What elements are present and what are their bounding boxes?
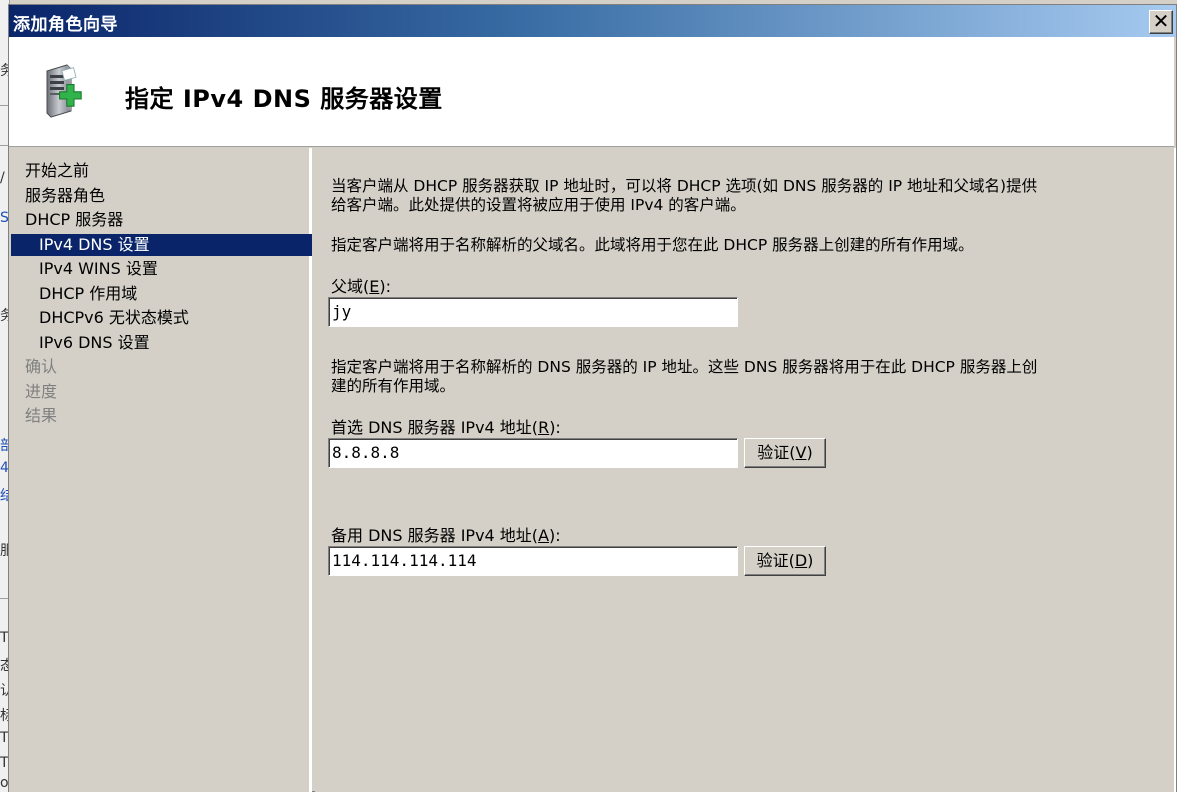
window-title: 添加角色向导 [13, 15, 118, 35]
nav-item-server-roles[interactable]: 服务器角色 [25, 185, 105, 207]
nav-item-before-you-begin[interactable]: 开始之前 [25, 160, 89, 182]
dns-description-line2: 建的所有作用域。 [331, 377, 456, 395]
nav-item-dhcp-server[interactable]: DHCP 服务器 [25, 209, 123, 231]
nav-item-progress: 进度 [25, 382, 58, 401]
nav-item-ipv6-dns[interactable]: IPv6 DNS 设置 [39, 332, 150, 354]
preferred-dns-label: 首选 DNS 服务器 IPv4 地址(R): [331, 418, 561, 437]
validate-alternate-button[interactable]: 验证(D) [744, 546, 826, 576]
parent-domain-label: 父域(E): [331, 277, 391, 296]
wizard-nav: 开始之前 服务器角色 DHCP 服务器 IPv4 DNS 设置 IPv4 WIN… [9, 148, 312, 792]
close-button[interactable]: ✕ [1149, 10, 1173, 34]
close-icon: ✕ [1152, 9, 1170, 33]
wizard-content: 当客户端从 DHCP 服务器获取 IP 地址时，可以将 DHCP 选项(如 DN… [315, 148, 1174, 792]
validate-preferred-button[interactable]: 验证(V) [744, 438, 826, 468]
intro-text-line1: 当客户端从 DHCP 服务器获取 IP 地址时，可以将 DHCP 选项(如 DN… [331, 177, 1038, 195]
page-title: 指定 IPv4 DNS 服务器设置 [125, 85, 443, 113]
dns-description-line1: 指定客户端将用于名称解析的 DNS 服务器的 IP 地址。这些 DNS 服务器将… [331, 358, 1038, 376]
parent-domain-description: 指定客户端将用于名称解析的父域名。此域将用于您在此 DHCP 服务器上创建的所有… [331, 236, 974, 254]
wizard-header: 指定 IPv4 DNS 服务器设置 [9, 37, 1174, 147]
preferred-dns-input[interactable]: 8.8.8.8 [328, 438, 738, 468]
parent-domain-input[interactable]: jy [328, 297, 738, 327]
nav-item-dhcp-scopes[interactable]: DHCP 作用域 [39, 283, 137, 305]
nav-item-confirmation: 确认 [25, 357, 58, 376]
intro-text-line2: 给客户端。此处提供的设置将被应用于使用 IPv4 的客户端。 [331, 196, 746, 214]
content-right-border [1174, 148, 1176, 792]
alternate-dns-input[interactable]: 114.114.114.114 [328, 546, 738, 576]
title-bar[interactable]: 添加角色向导 ✕ [9, 5, 1176, 37]
add-roles-wizard-window: 添加角色向导 ✕ 指定 IPv4 DNS 服务器设置 开始之前 服务器角色 DH… [8, 4, 1177, 792]
nav-item-ipv4-dns[interactable]: IPv4 DNS 设置 [11, 234, 312, 256]
nav-item-ipv4-wins[interactable]: IPv4 WINS 设置 [39, 258, 158, 280]
nav-item-dhcpv6-stateless[interactable]: DHCPv6 无状态模式 [39, 307, 189, 329]
alternate-dns-label: 备用 DNS 服务器 IPv4 地址(A): [331, 526, 561, 545]
server-add-icon [46, 64, 82, 118]
nav-item-results: 结果 [25, 406, 58, 425]
